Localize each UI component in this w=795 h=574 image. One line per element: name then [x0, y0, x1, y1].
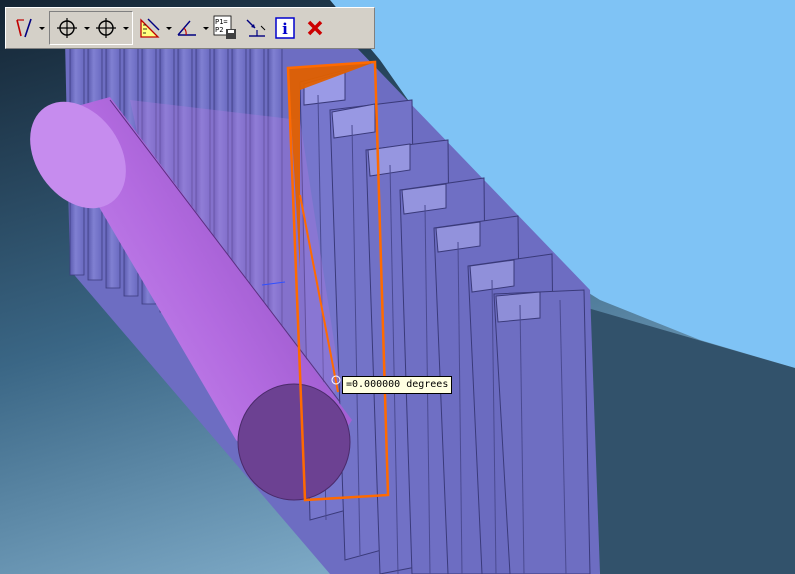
point-tool-group — [49, 11, 133, 45]
info-button[interactable]: i — [270, 13, 300, 43]
point-tool-2-dropdown[interactable] — [121, 13, 130, 43]
snap-arrow-icon — [246, 19, 266, 37]
measure-tool-button[interactable] — [136, 13, 164, 43]
close-icon — [307, 20, 323, 36]
close-button[interactable] — [300, 13, 330, 43]
save-points-label-p1: P1= — [215, 18, 228, 26]
sketch-tool-dropdown[interactable] — [37, 13, 46, 43]
angle-tool-dropdown[interactable] — [201, 13, 210, 43]
ruler-triangle-icon — [140, 18, 160, 38]
point-tool-1-dropdown[interactable] — [82, 13, 91, 43]
pen-line-icon — [16, 18, 32, 38]
crosshair-icon — [96, 18, 116, 38]
snap-tool-button[interactable] — [240, 13, 270, 43]
save-points-label-p2: P2 — [215, 26, 223, 34]
3d-viewport[interactable] — [0, 0, 795, 574]
cylinder-end-face — [237, 383, 351, 501]
p1-p2-save-icon: P1= P2 — [213, 15, 236, 39]
info-label: i — [282, 20, 288, 38]
measure-tool-dropdown[interactable] — [164, 13, 173, 43]
crosshair-icon — [57, 18, 77, 38]
save-points-button[interactable]: P1= P2 — [210, 13, 240, 43]
info-icon: i — [275, 17, 295, 39]
angle-tool-button[interactable] — [173, 13, 201, 43]
measure-toolbar: P1= P2 i — [5, 7, 375, 49]
angle-icon — [177, 20, 196, 36]
point-tool-1-button[interactable] — [52, 13, 82, 43]
point-tool-2-button[interactable] — [91, 13, 121, 43]
angle-readout-tooltip: =0.000000 degrees — [342, 376, 453, 394]
sketch-tool-button[interactable] — [11, 13, 37, 43]
